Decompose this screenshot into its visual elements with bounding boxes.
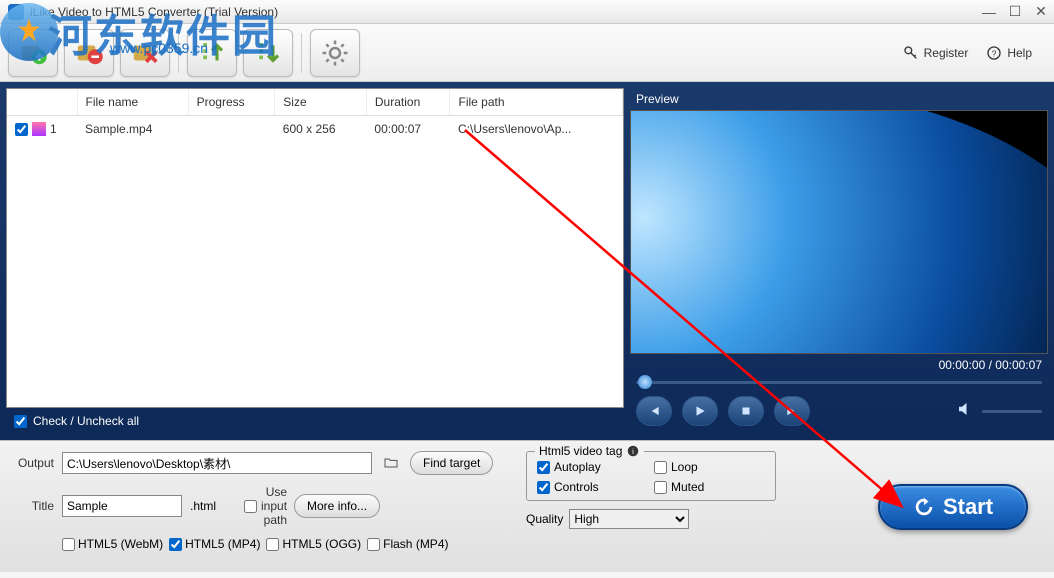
check-all-label: Check / Uncheck all xyxy=(33,414,139,428)
row-checkbox[interactable] xyxy=(15,123,28,136)
check-all-row: Check / Uncheck all xyxy=(6,408,624,434)
toolbar: Register ? Help xyxy=(0,24,1054,82)
start-button[interactable]: Start xyxy=(878,484,1028,530)
format-flash-checkbox[interactable] xyxy=(367,538,380,551)
col-size[interactable]: Size xyxy=(275,89,367,116)
window-title: iLike Video to HTML5 Converter (Trial Ve… xyxy=(30,5,278,19)
html5-legend: Html5 video tag xyxy=(539,444,622,458)
col-filename[interactable]: File name xyxy=(77,89,188,116)
info-icon[interactable]: i xyxy=(626,444,640,458)
format-mp4-label: HTML5 (MP4) xyxy=(185,537,260,551)
next-button[interactable] xyxy=(774,396,810,426)
svg-text:?: ? xyxy=(992,48,997,58)
row-number: 1 xyxy=(50,122,57,136)
browse-output-button[interactable] xyxy=(380,453,402,473)
cell-filename: Sample.mp4 xyxy=(77,116,188,143)
find-target-button[interactable]: Find target xyxy=(410,451,493,475)
title-ext: .html xyxy=(190,499,216,513)
bottom-panel: Output Find target Title .html Use input… xyxy=(0,440,1054,572)
col-num[interactable] xyxy=(7,89,77,116)
preview-pane: Preview 00:00:00 / 00:00:07 xyxy=(630,88,1048,434)
muted-checkbox[interactable] xyxy=(654,481,667,494)
key-icon xyxy=(903,45,919,61)
maximize-button[interactable]: ☐ xyxy=(1002,2,1028,22)
move-down-button[interactable] xyxy=(243,29,293,77)
use-input-path-label: Use input path xyxy=(261,485,287,527)
seekbar[interactable] xyxy=(630,376,1048,388)
video-icon xyxy=(32,122,46,136)
help-icon: ? xyxy=(986,45,1002,61)
remove-file-button[interactable] xyxy=(64,29,114,77)
quality-select[interactable]: High xyxy=(569,509,689,529)
output-label: Output xyxy=(12,456,54,470)
preview-label: Preview xyxy=(630,88,1048,110)
quality-label: Quality xyxy=(526,512,563,526)
file-list[interactable]: File name Progress Size Duration File pa… xyxy=(6,88,624,408)
controls-label: Controls xyxy=(554,480,599,494)
format-webm-label: HTML5 (WebM) xyxy=(78,537,163,551)
time-display: 00:00:00 / 00:00:07 xyxy=(630,354,1048,376)
clear-button[interactable] xyxy=(120,29,170,77)
output-input[interactable] xyxy=(62,452,372,474)
table-row[interactable]: 1 Sample.mp4 600 x 256 00:00:07 C:\Users… xyxy=(7,116,623,143)
loop-label: Loop xyxy=(671,460,698,474)
play-button[interactable] xyxy=(682,396,718,426)
seek-thumb[interactable] xyxy=(638,375,652,389)
cell-duration: 00:00:07 xyxy=(366,116,450,143)
settings-button[interactable] xyxy=(310,29,360,77)
volume-slider[interactable] xyxy=(982,410,1042,413)
format-webm-checkbox[interactable] xyxy=(62,538,75,551)
use-input-path-checkbox[interactable] xyxy=(244,500,257,513)
col-progress[interactable]: Progress xyxy=(188,89,275,116)
more-info-button[interactable]: More info... xyxy=(294,494,380,518)
check-all-checkbox[interactable] xyxy=(14,415,27,428)
app-icon xyxy=(8,4,24,20)
help-link[interactable]: ? Help xyxy=(986,45,1032,61)
format-ogg-checkbox[interactable] xyxy=(266,538,279,551)
cell-progress xyxy=(188,116,275,143)
minimize-button[interactable]: — xyxy=(976,2,1002,22)
format-mp4-checkbox[interactable] xyxy=(169,538,182,551)
prev-button[interactable] xyxy=(636,396,672,426)
cell-filepath: C:\Users\lenovo\Ap... xyxy=(450,116,623,143)
loop-checkbox[interactable] xyxy=(654,461,667,474)
volume-icon[interactable] xyxy=(956,400,974,423)
autoplay-checkbox[interactable] xyxy=(537,461,550,474)
muted-label: Muted xyxy=(671,480,704,494)
close-button[interactable]: ✕ xyxy=(1028,2,1054,22)
html5-fieldset: Html5 video tagi Autoplay Loop Controls … xyxy=(526,451,776,501)
stop-button[interactable] xyxy=(728,396,764,426)
preview-video[interactable] xyxy=(630,110,1048,354)
title-label: Title xyxy=(12,499,54,513)
titlebar: iLike Video to HTML5 Converter (Trial Ve… xyxy=(0,0,1054,24)
cell-size: 600 x 256 xyxy=(275,116,367,143)
col-filepath[interactable]: File path xyxy=(450,89,623,116)
main-area: File name Progress Size Duration File pa… xyxy=(0,82,1054,440)
format-flash-label: Flash (MP4) xyxy=(383,537,448,551)
format-ogg-label: HTML5 (OGG) xyxy=(282,537,361,551)
col-duration[interactable]: Duration xyxy=(366,89,450,116)
controls-checkbox[interactable] xyxy=(537,481,550,494)
title-input[interactable] xyxy=(62,495,182,517)
autoplay-label: Autoplay xyxy=(554,460,601,474)
register-link[interactable]: Register xyxy=(903,45,969,61)
add-file-button[interactable] xyxy=(8,29,58,77)
move-up-button[interactable] xyxy=(187,29,237,77)
